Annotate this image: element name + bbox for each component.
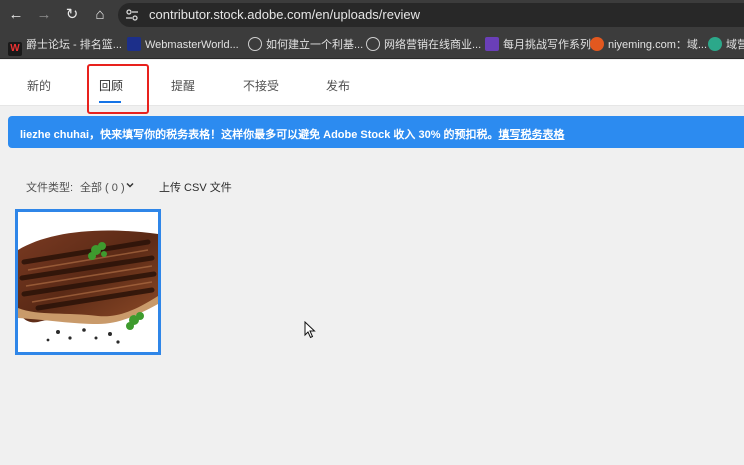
fill-tax-form-link[interactable]: 填写税务表格 bbox=[499, 129, 565, 141]
tab-not-accepted[interactable]: 不接受 bbox=[243, 77, 279, 94]
globe-icon bbox=[248, 37, 262, 51]
back-icon[interactable]: ← bbox=[6, 5, 26, 25]
challenge-icon bbox=[485, 37, 499, 51]
bookmark-jazz-forum[interactable]: W 爵士论坛 - 排名篮... bbox=[8, 37, 122, 56]
bookmark-label: 每月挑战写作系列 bbox=[503, 39, 591, 51]
tab-new[interactable]: 新的 bbox=[27, 77, 51, 94]
highlight-annotation bbox=[87, 64, 149, 114]
bookmark-niyeming[interactable]: niyeming.com：域... bbox=[590, 37, 707, 53]
reload-icon[interactable]: ↻ bbox=[62, 5, 82, 25]
bookmark-label: 域营 bbox=[726, 39, 744, 51]
bookmark-webmasterworld[interactable]: WebmasterWorld... bbox=[127, 37, 239, 53]
browser-toolbar: ← → ↻ ⌂ contributor.stock.adobe.com/en/u… bbox=[0, 0, 744, 30]
home-icon[interactable]: ⌂ bbox=[90, 5, 110, 25]
bookmark-marketing[interactable]: 网络营销在线商业... bbox=[366, 37, 481, 53]
globe-icon bbox=[366, 37, 380, 51]
steak-image bbox=[18, 212, 158, 352]
bookmarks-bar: W 爵士论坛 - 排名篮... WebmasterWorld... 如何建立一个利… bbox=[0, 30, 744, 59]
bookmark-label: 网络营销在线商业... bbox=[384, 39, 482, 51]
bookmark-label: WebmasterWorld... bbox=[145, 39, 239, 51]
bookmark-label: 爵士论坛 - 排名篮... bbox=[26, 39, 122, 51]
bookmark-writing-challenge[interactable]: 每月挑战写作系列 bbox=[485, 37, 591, 53]
chevron-down-icon[interactable] bbox=[126, 181, 134, 189]
url-text[interactable]: contributor.stock.adobe.com/en/uploads/r… bbox=[149, 7, 420, 22]
file-type-dropdown[interactable]: 全部 ( 0 ) bbox=[80, 179, 125, 195]
webmasterworld-icon bbox=[127, 37, 141, 51]
bookmark-label: 如何建立一个利基... bbox=[266, 39, 364, 51]
tab-action-required[interactable]: 提醒 bbox=[171, 77, 195, 94]
forward-icon[interactable]: → bbox=[34, 5, 54, 25]
tab-published[interactable]: 发布 bbox=[326, 77, 350, 94]
niyeming-icon bbox=[590, 37, 604, 51]
bookmark-niche[interactable]: 如何建立一个利基... bbox=[248, 37, 363, 53]
file-type-label: 文件类型: bbox=[26, 182, 74, 194]
jazz-forum-icon: W bbox=[8, 42, 22, 56]
mouse-cursor-icon bbox=[304, 321, 316, 339]
domain-icon bbox=[708, 37, 722, 51]
upload-csv-button[interactable]: 上传 CSV 文件 bbox=[159, 179, 232, 195]
asset-thumbnail[interactable] bbox=[15, 209, 161, 355]
bookmark-domain[interactable]: 域营 bbox=[708, 37, 744, 53]
tax-notice-message: liezhe chuhai，快来填写你的税务表格！这样你最多可以避免 Adobe… bbox=[20, 129, 499, 141]
tax-notice-text: liezhe chuhai，快来填写你的税务表格！这样你最多可以避免 Adobe… bbox=[20, 126, 565, 142]
site-settings-icon[interactable] bbox=[125, 8, 139, 22]
bookmark-label: niyeming.com：域... bbox=[608, 39, 708, 51]
